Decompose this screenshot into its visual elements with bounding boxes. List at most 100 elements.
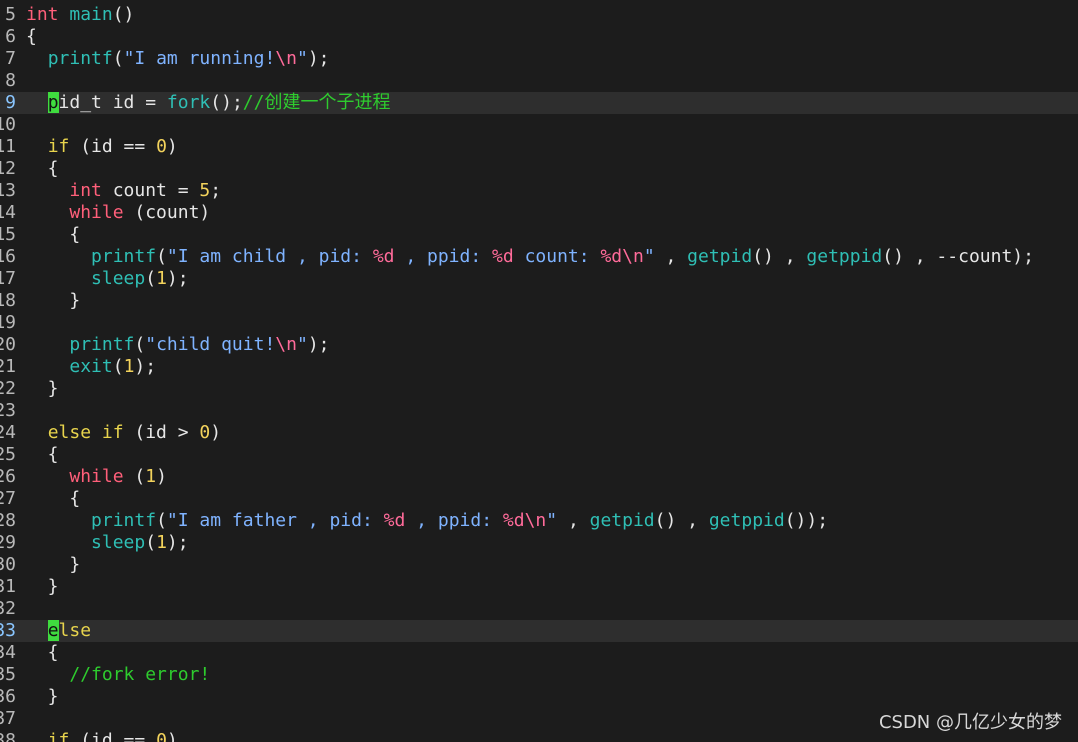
code-text[interactable]: int count = 5; (26, 180, 221, 202)
code-text[interactable]: while (count) (26, 202, 210, 224)
code-line[interactable]: 11 if (id == 0) (0, 136, 1078, 158)
code-text[interactable]: sleep(1); (26, 532, 189, 554)
code-token-string: "child quit! (145, 334, 276, 355)
code-token-func: sleep (91, 532, 146, 553)
code-text[interactable]: { (26, 444, 59, 466)
code-token-func: fork (166, 92, 211, 113)
code-line[interactable]: 17 sleep(1); (0, 268, 1078, 290)
code-token-plain: ); (166, 532, 189, 553)
code-line[interactable]: 20 printf("child quit!\n"); (0, 334, 1078, 356)
code-text[interactable]: } (26, 554, 80, 576)
code-text[interactable]: } (26, 290, 80, 312)
code-text[interactable]: { (26, 642, 59, 664)
code-token-func: getpid (687, 246, 753, 267)
code-token-plain: , (654, 246, 688, 267)
code-line[interactable]: 12 { (0, 158, 1078, 180)
code-text[interactable]: printf("child quit!\n"); (26, 334, 329, 356)
code-token-func: sleep (91, 268, 146, 289)
code-line-current[interactable]: 33 else (0, 620, 1078, 642)
code-text[interactable]: { (26, 158, 59, 180)
code-token-plain: { (26, 642, 59, 663)
code-token-plain: (); (210, 92, 243, 113)
code-token-string: " (296, 334, 308, 355)
code-text[interactable]: else if (id > 0) (26, 422, 221, 444)
code-line[interactable]: 28 printf("I am father , pid: %d , ppid:… (0, 510, 1078, 532)
code-text[interactable]: pid_t id = fork();//创建一个子进程 (26, 92, 390, 114)
code-line[interactable]: 23 (0, 400, 1078, 422)
code-token-func: printf (91, 246, 157, 267)
line-number: 27 (0, 488, 16, 509)
code-line[interactable]: 32 (0, 598, 1078, 620)
code-line[interactable]: 7 printf("I am running!\n"); (0, 48, 1078, 70)
code-text[interactable]: while (1) (26, 466, 167, 488)
line-number: 15 (0, 224, 16, 245)
code-line[interactable]: 14 while (count) (0, 202, 1078, 224)
code-line[interactable]: 5 int main() (0, 4, 1078, 26)
code-line[interactable]: 31 } (0, 576, 1078, 598)
code-text[interactable]: if (id == 0) (26, 136, 178, 158)
code-text[interactable]: exit(1); (26, 356, 156, 378)
line-number: 5 (5, 4, 16, 25)
line-number: 18 (0, 290, 16, 311)
code-line[interactable]: 22 } (0, 378, 1078, 400)
code-line[interactable]: 15 { (0, 224, 1078, 246)
code-line[interactable]: 8 (0, 70, 1078, 92)
code-text[interactable]: { (26, 26, 37, 48)
code-token-string: , ppid: (405, 510, 503, 531)
code-line[interactable]: 18 } (0, 290, 1078, 312)
line-number: 19 (0, 312, 16, 333)
watermark: CSDN @几亿少女的梦 (878, 712, 1062, 733)
code-text[interactable]: printf("I am running!\n"); (26, 48, 330, 70)
line-number: 25 (0, 444, 16, 465)
code-line[interactable]: 30 } (0, 554, 1078, 576)
code-line[interactable]: 10 (0, 114, 1078, 136)
code-line[interactable]: 35 //fork error! (0, 664, 1078, 686)
code-line[interactable]: 34 { (0, 642, 1078, 664)
code-token-plain: ); (166, 268, 189, 289)
code-line[interactable]: 16 printf("I am child , pid: %d , ppid: … (0, 246, 1078, 268)
code-token-plain: ( (112, 48, 124, 69)
code-text[interactable]: } (26, 686, 59, 708)
code-text[interactable]: } (26, 378, 59, 400)
code-editor[interactable]: 5 int main() 6{7 printf("I am running!\n")… (0, 0, 1078, 742)
code-text[interactable]: int main() (26, 4, 134, 26)
code-line[interactable]: 26 while (1) (0, 466, 1078, 488)
code-line[interactable]: 6{ (0, 26, 1078, 48)
code-line[interactable]: 13 int count = 5; (0, 180, 1078, 202)
code-token-string: count: (513, 246, 601, 267)
code-line[interactable]: 21 exit(1); (0, 356, 1078, 378)
code-text[interactable]: { (26, 224, 80, 246)
code-token-plain: ) (166, 136, 178, 157)
code-line[interactable]: 25 { (0, 444, 1078, 466)
code-text[interactable]: if (id == 0) (26, 730, 178, 742)
code-line[interactable]: 27 { (0, 488, 1078, 510)
code-line[interactable]: 36 } (0, 686, 1078, 708)
code-token-string: "I am father , pid: (166, 510, 384, 531)
code-text[interactable]: { (26, 488, 80, 510)
code-token-plain: id_t id = (58, 92, 167, 113)
line-number: 17 (0, 268, 16, 289)
code-text[interactable]: printf("I am father , pid: %d , ppid: %d… (26, 510, 828, 532)
code-text[interactable]: else (26, 620, 91, 642)
code-token-plain: ( (134, 334, 146, 355)
code-text[interactable]: printf("I am child , pid: %d , ppid: %d … (26, 246, 1034, 268)
code-line[interactable]: 19 (0, 312, 1078, 334)
code-token-number: 1 (156, 532, 167, 553)
line-number: 36 (0, 686, 16, 707)
code-line[interactable]: 24 else if (id > 0) (0, 422, 1078, 444)
code-text[interactable]: } (26, 576, 59, 598)
code-token-string: , ppid: (394, 246, 493, 267)
code-text[interactable]: //fork error! (26, 664, 210, 686)
code-token-plain: ()); (784, 510, 829, 531)
code-token-plain: () (112, 4, 135, 25)
line-number: 20 (0, 334, 16, 355)
code-line-current[interactable]: 9 pid_t id = fork();//创建一个子进程 (0, 92, 1078, 114)
code-token-plain: ) (156, 466, 167, 487)
code-line[interactable]: 29 sleep(1); (0, 532, 1078, 554)
code-text[interactable]: sleep(1); (26, 268, 189, 290)
